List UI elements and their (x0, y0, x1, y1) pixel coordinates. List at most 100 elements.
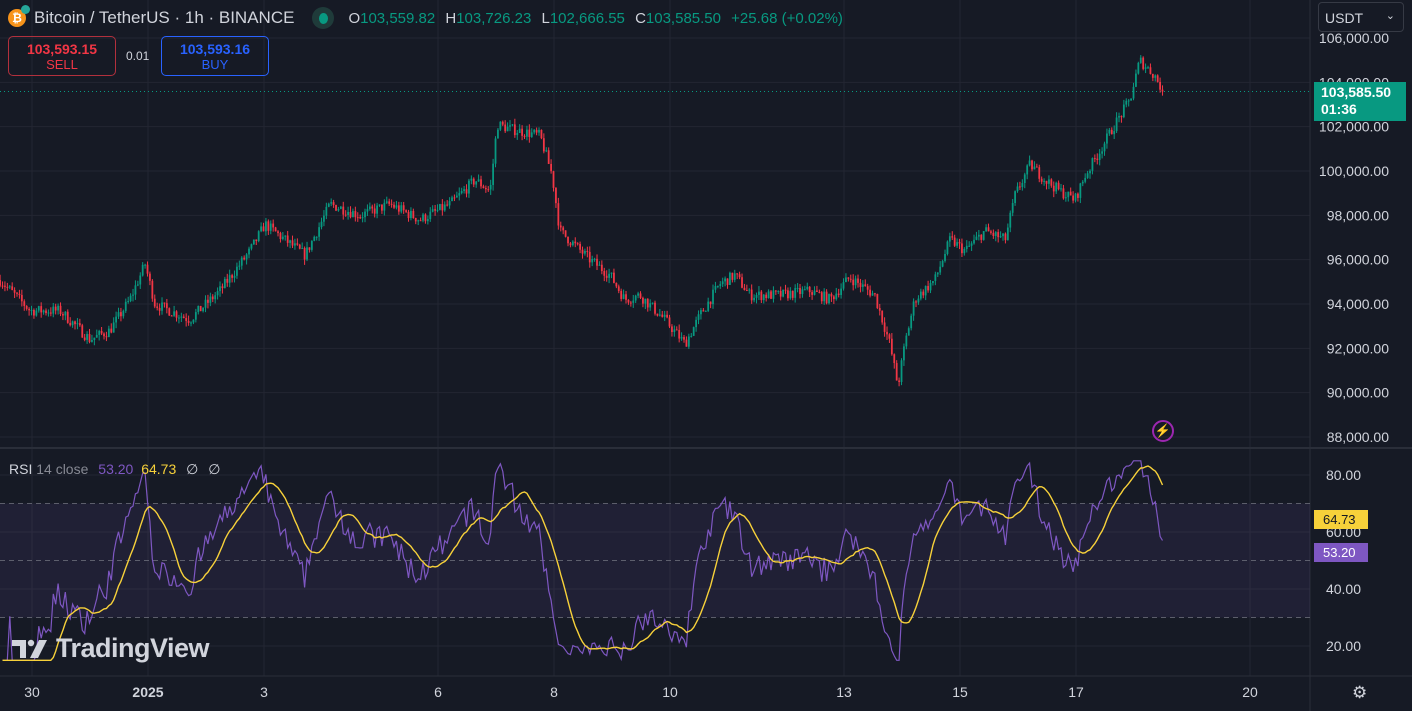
candle-body (1151, 73, 1154, 78)
candle-body (637, 293, 639, 296)
candle-body (284, 235, 287, 237)
candle-body (1149, 67, 1152, 74)
rsi-extra-value-1: ∅ (186, 461, 199, 477)
candle-body (555, 187, 557, 204)
candle-body (671, 326, 673, 333)
candle-body (929, 283, 932, 291)
candle-body (919, 291, 922, 299)
candle-body (823, 291, 826, 302)
low-label: L (541, 9, 550, 27)
candle-body (315, 236, 318, 238)
candle-body (144, 264, 146, 266)
candle-body (243, 257, 246, 260)
high-label: H (445, 9, 457, 27)
candle-body (857, 278, 859, 283)
candle-body (1106, 133, 1108, 144)
candle-body (1081, 181, 1084, 184)
candle-body (120, 312, 122, 317)
tradingview-logo[interactable]: TradingView (12, 633, 210, 664)
candle-body (1125, 100, 1128, 105)
candle-body (20, 294, 23, 302)
candle-body (540, 129, 543, 139)
candle-body (6, 286, 9, 288)
candle-body (608, 273, 610, 278)
candle-body (405, 210, 407, 212)
candle-body (629, 302, 632, 304)
candle-body (47, 312, 50, 314)
rsi-name: RSI (9, 461, 33, 477)
candle-body (753, 297, 755, 301)
candle-body (1091, 158, 1094, 171)
candle-body (1127, 100, 1130, 102)
rsi-legend[interactable]: RSI 14 close 53.20 64.73 ∅ ∅ (9, 461, 220, 478)
candle-body (724, 278, 726, 282)
candle-body (194, 312, 197, 320)
candle-body (559, 225, 562, 228)
candle-body (180, 316, 183, 318)
candle-body (1009, 212, 1012, 228)
candle-body (482, 186, 485, 189)
candle-body (1079, 183, 1082, 198)
settings-gear-icon[interactable]: ⚙ (1352, 683, 1367, 703)
candle-body (330, 202, 333, 204)
candle-body (28, 308, 30, 311)
candle-body (202, 307, 204, 312)
symbol-title[interactable]: Bitcoin / TetherUS · 1h · BINANCE (34, 8, 294, 28)
buy-button[interactable]: 103,593.16 BUY (161, 36, 269, 76)
candle-body (1154, 75, 1157, 78)
candle-body (625, 294, 627, 300)
candle-body (492, 163, 494, 185)
last-price-value: 103,585.50 (1321, 84, 1392, 100)
candle-body (1086, 173, 1089, 178)
currency-select[interactable]: USDT ⌄ (1318, 2, 1404, 32)
chart-canvas[interactable]: 88,000.00 90,000.00 92,000.00 94,000.00 96,0… (0, 0, 1412, 711)
lightning-icon[interactable]: ⚡ (1152, 420, 1174, 442)
market-open-status-icon[interactable] (312, 7, 335, 29)
last-price-label: 103,585.50 01:36 (1314, 82, 1406, 121)
candle-body (982, 231, 985, 240)
candle-body (779, 290, 782, 297)
candle-body (526, 129, 528, 137)
sell-price: 103,593.15 (26, 41, 98, 57)
candle-body (248, 248, 250, 255)
candle-body (441, 204, 444, 211)
candle-body (538, 129, 540, 133)
candle-body (941, 260, 944, 267)
candle-body (596, 258, 598, 266)
candle-body (419, 220, 422, 222)
candle-body (1118, 116, 1120, 118)
candle-body (1064, 197, 1067, 199)
candle-body (139, 275, 142, 285)
candle-body (397, 205, 400, 212)
candle-body (1103, 143, 1106, 152)
candle-body (598, 264, 601, 266)
candle-body (458, 193, 461, 196)
candle-body (784, 289, 787, 291)
candle-body (808, 286, 811, 293)
candle-body (320, 221, 323, 228)
sell-button[interactable]: 103,593.15 SELL (8, 36, 116, 76)
candle-body (1101, 151, 1103, 154)
candle-body (518, 128, 521, 133)
candle-body (57, 305, 59, 311)
candle-body (1156, 75, 1159, 82)
candle-body (1011, 203, 1014, 213)
candle-body (702, 310, 705, 312)
candle-body (1135, 73, 1137, 87)
candle-body (88, 334, 91, 342)
candle-body (675, 329, 678, 331)
candle-body (149, 273, 151, 281)
candle-body (700, 310, 702, 315)
candle-body (946, 241, 949, 254)
candle-body (569, 243, 572, 246)
candle-body (267, 221, 270, 231)
candle-body (289, 240, 291, 243)
candle-body (910, 315, 913, 329)
price-tick-label: 100,000.00 (1319, 163, 1389, 179)
candle-body (917, 298, 920, 303)
candle-body (477, 179, 480, 182)
candle-body (663, 314, 666, 317)
chevron-down-icon: ⌄ (1385, 10, 1395, 22)
candle-body (861, 284, 864, 287)
candle-body (30, 310, 33, 312)
